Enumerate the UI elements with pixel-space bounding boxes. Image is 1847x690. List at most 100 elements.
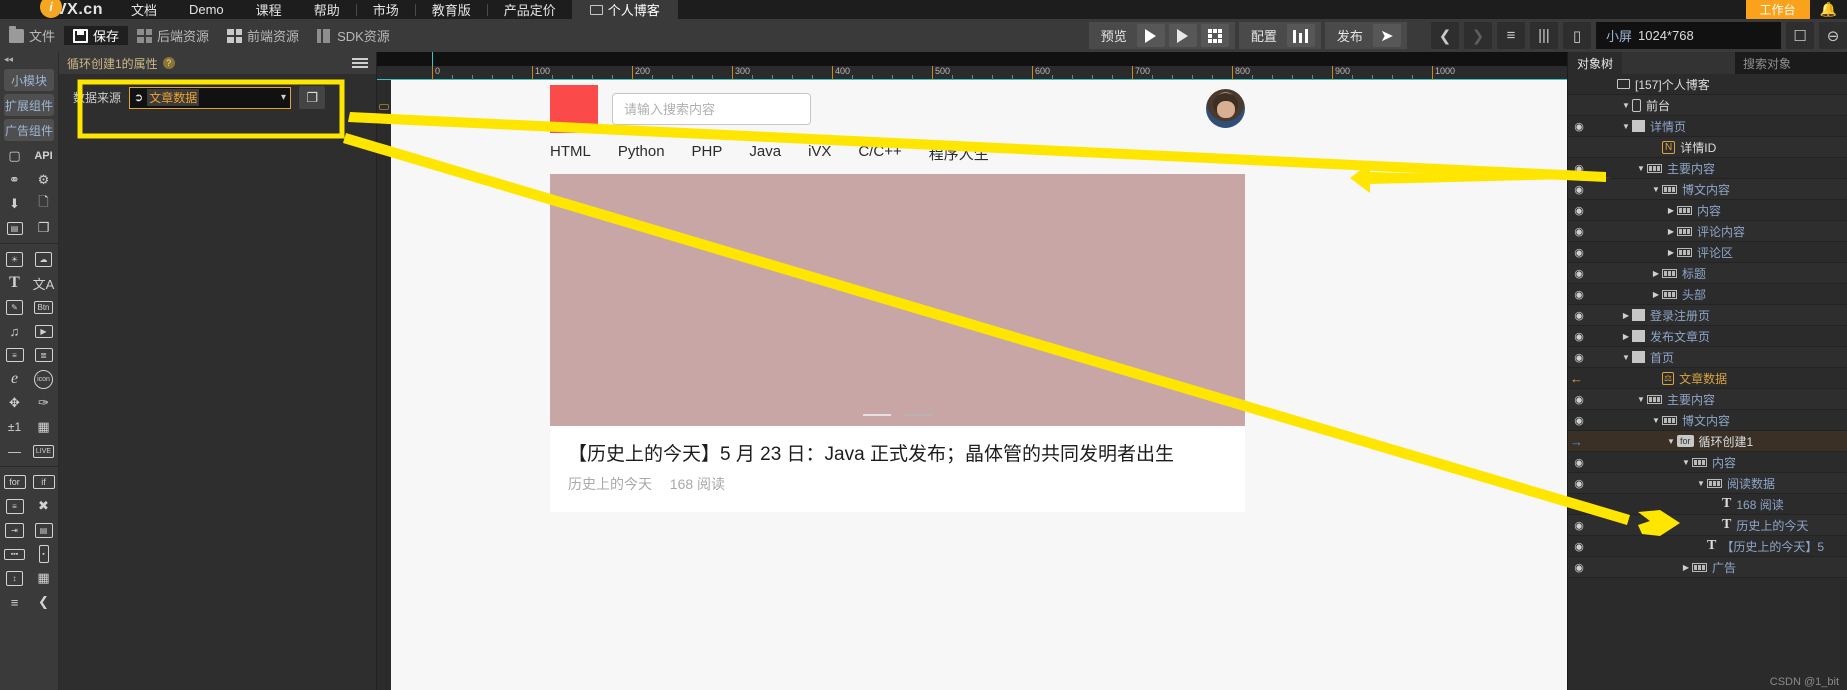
carousel-dot-active[interactable] bbox=[904, 414, 933, 416]
chevron-right-icon[interactable]: ▶ bbox=[1620, 332, 1632, 341]
horizontal-ruler[interactable]: 0 100 200 300 400 500 600 700 800 900 10… bbox=[377, 66, 1567, 80]
news-card-icon[interactable]: ≣ bbox=[29, 343, 58, 367]
edit-icon[interactable]: ✎ bbox=[0, 295, 29, 319]
tree-icon[interactable]: ≡ bbox=[0, 590, 29, 614]
nav-tab-php[interactable]: PHP bbox=[692, 143, 750, 164]
chevron-down-icon[interactable]: ▼ bbox=[1695, 479, 1707, 488]
tree-row-3[interactable]: ◉ ▼ 详情页 bbox=[1568, 116, 1847, 137]
topnav-item-pricing[interactable]: 产品定价 bbox=[488, 0, 572, 19]
chevron-down-icon[interactable]: ▼ bbox=[1650, 416, 1662, 425]
translate-icon[interactable]: 文A bbox=[29, 271, 58, 295]
rail-chip-extension-components[interactable]: 扩展组件 bbox=[4, 94, 54, 116]
tree-row-17[interactable]: ◉ ▼ 博文内容 bbox=[1568, 410, 1847, 431]
tree-row-24[interactable]: ◉ ▶ 广告 bbox=[1568, 557, 1847, 578]
visibility-toggle-icon[interactable]: ◉ bbox=[1568, 519, 1590, 532]
sort-icon[interactable]: ↕ bbox=[0, 566, 29, 590]
carousel-dot[interactable] bbox=[862, 414, 891, 416]
tree-row-11[interactable]: ◉ ▶ 头部 bbox=[1568, 284, 1847, 305]
slider-vertical-icon[interactable]: ▪ bbox=[29, 542, 58, 566]
tree-row-23[interactable]: ◉ T 【历史上的今天】5 bbox=[1568, 536, 1847, 557]
search-input[interactable]: 请输入搜索内容 bbox=[612, 92, 811, 125]
nav-tab-java[interactable]: Java bbox=[749, 143, 808, 164]
visibility-toggle-icon[interactable]: ◉ bbox=[1568, 330, 1590, 343]
tree-row-19[interactable]: ◉ ▼ 内容 bbox=[1568, 452, 1847, 473]
chevron-right-icon[interactable]: ▶ bbox=[1665, 206, 1677, 215]
visibility-toggle-icon[interactable]: ◉ bbox=[1568, 498, 1590, 511]
icon-circle-icon[interactable]: icon bbox=[29, 367, 58, 391]
layer-icon[interactable]: ▤ bbox=[29, 518, 58, 542]
undo-button[interactable]: ❮ bbox=[1431, 22, 1459, 49]
tree-row-15[interactable]: ← ⚖ 文章数据 bbox=[1568, 368, 1847, 389]
visibility-toggle-icon[interactable]: ◉ bbox=[1568, 456, 1590, 469]
image-icon[interactable]: ☀ bbox=[0, 247, 29, 271]
tree-row-4[interactable]: N 详情ID bbox=[1568, 137, 1847, 158]
brand-logo[interactable]: i VX.cn bbox=[0, 0, 115, 19]
nav-tab-html[interactable]: HTML bbox=[550, 143, 618, 164]
download-icon[interactable]: ⬇ bbox=[0, 192, 29, 216]
preview-play-alt-button[interactable] bbox=[1168, 24, 1197, 47]
shuffle-icon[interactable]: ✖ bbox=[29, 494, 58, 518]
tree-row-22[interactable]: ◉ T 历史上的今天 bbox=[1568, 515, 1847, 536]
vertical-ruler[interactable] bbox=[377, 80, 391, 690]
visibility-toggle-icon[interactable]: ◉ bbox=[1568, 246, 1590, 259]
table-icon[interactable]: ▦ bbox=[29, 566, 58, 590]
plusminus-one-icon[interactable]: ±1 bbox=[0, 415, 29, 439]
tree-row-9[interactable]: ◉ ▶ 评论区 bbox=[1568, 242, 1847, 263]
copy-page-icon[interactable]: ❐ bbox=[29, 216, 58, 240]
tree-row-14[interactable]: ◉ ▼ 首页 bbox=[1568, 347, 1847, 368]
redo-button[interactable]: ❯ bbox=[1464, 22, 1492, 49]
sdk-resources-button[interactable]: SDK资源 bbox=[308, 26, 399, 45]
chevron-down-icon[interactable]: ▼ bbox=[1620, 122, 1632, 131]
chevron-right-icon[interactable]: ▶ bbox=[1665, 227, 1677, 236]
topnav-item-market[interactable]: 市场 bbox=[357, 0, 415, 19]
for-loop-icon[interactable]: for bbox=[0, 470, 29, 494]
rail-chip-ad-components[interactable]: 广告组件 bbox=[4, 119, 54, 141]
topnav-item-docs[interactable]: 文档 bbox=[115, 0, 173, 19]
publish-send-button[interactable]: ➤ bbox=[1372, 24, 1401, 47]
qrcode-icon[interactable]: ▦ bbox=[29, 415, 58, 439]
gear-icon[interactable]: ⚙ bbox=[29, 168, 58, 192]
visibility-toggle-icon[interactable]: ◉ bbox=[1568, 540, 1590, 553]
chevron-down-icon[interactable]: ▼ bbox=[1635, 395, 1647, 404]
visibility-toggle-icon[interactable]: ◉ bbox=[1568, 225, 1590, 238]
align-columns-icon[interactable]: ||| bbox=[1530, 22, 1558, 49]
list-card-icon[interactable]: ≡ bbox=[0, 343, 29, 367]
visibility-toggle-icon[interactable]: ◉ bbox=[1568, 561, 1590, 574]
rail-collapse-button[interactable]: ◂◂ bbox=[0, 52, 58, 66]
image-stack-icon[interactable]: ☁ bbox=[29, 247, 58, 271]
zoom-out-icon[interactable]: ⊖ bbox=[1819, 22, 1847, 49]
visibility-toggle-icon[interactable]: ◉ bbox=[1568, 120, 1590, 133]
topnav-item-demo[interactable]: Demo bbox=[173, 2, 240, 17]
slide-in-icon[interactable]: ⇥ bbox=[0, 518, 29, 542]
chevron-right-icon[interactable]: ▶ bbox=[1650, 290, 1662, 299]
tab-personal-blog[interactable]: 个人博客 bbox=[571, 0, 678, 19]
chevron-down-icon[interactable]: ▼ bbox=[1650, 185, 1662, 194]
tree-row-1[interactable]: [157]个人博客 bbox=[1568, 74, 1847, 95]
tree-row-12[interactable]: ◉ ▶ 登录注册页 bbox=[1568, 305, 1847, 326]
brush-icon[interactable]: ✑ bbox=[29, 391, 58, 415]
chevron-right-icon[interactable]: ▶ bbox=[1665, 248, 1677, 257]
editor-icon[interactable]: e bbox=[0, 367, 29, 391]
share-nodes-icon[interactable]: ⚭ bbox=[0, 168, 29, 192]
visibility-toggle-icon[interactable]: ◉ bbox=[1568, 162, 1590, 175]
nav-tab-life[interactable]: 程序人生 bbox=[929, 143, 1016, 164]
topnav-item-course[interactable]: 课程 bbox=[240, 0, 298, 19]
snapshot-icon[interactable]: ☐ bbox=[1786, 22, 1814, 49]
chevron-down-icon[interactable]: ▼ bbox=[1620, 101, 1632, 110]
topnav-item-help[interactable]: 帮助 bbox=[298, 0, 356, 19]
tree-row-18[interactable]: → ▼ for 循环创建1 bbox=[1568, 431, 1847, 452]
if-icon[interactable]: if bbox=[29, 470, 58, 494]
tree-row-6[interactable]: ◉ ▼ 博文内容 bbox=[1568, 179, 1847, 200]
backend-resources-button[interactable]: 后端资源 bbox=[128, 26, 218, 45]
tree-row-13[interactable]: ◉ ▶ 发布文章页 bbox=[1568, 326, 1847, 347]
tree-row-21[interactable]: ◉ T 168 阅读 bbox=[1568, 494, 1847, 515]
visibility-toggle-icon[interactable]: ◉ bbox=[1568, 309, 1590, 322]
article-card[interactable]: 【历史上的今天】5 月 23 日：Java 正式发布；晶体管的共同发明者出生 历… bbox=[550, 426, 1245, 512]
align-left-icon[interactable]: ≡ bbox=[1497, 22, 1525, 49]
config-settings-button[interactable] bbox=[1286, 24, 1315, 47]
copy-icon[interactable]: ❐ bbox=[299, 86, 326, 109]
chevron-right-icon[interactable]: ▶ bbox=[1650, 269, 1662, 278]
preview-play-button[interactable] bbox=[1136, 24, 1165, 47]
workbench-button[interactable]: 工作台 bbox=[1745, 0, 1810, 19]
visibility-toggle-icon[interactable]: ◉ bbox=[1568, 267, 1590, 280]
